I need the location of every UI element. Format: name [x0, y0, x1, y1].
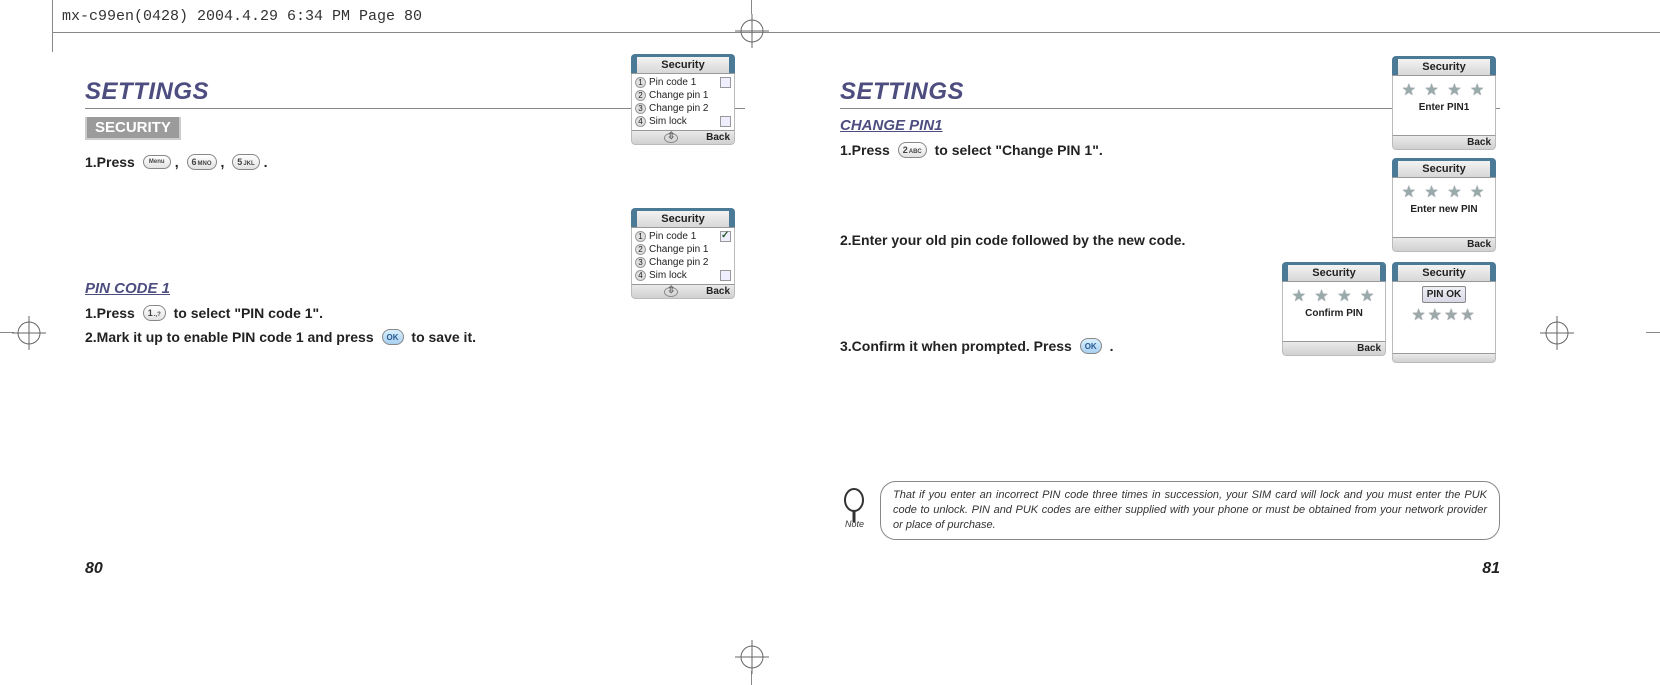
stars-icon: ★ ★ ★ ★ — [1395, 80, 1493, 100]
pin-ok-badge: PIN OK — [1422, 286, 1466, 303]
nav-updown-icon — [664, 287, 678, 297]
trim-mark — [751, 0, 752, 14]
phone-title: Security — [1392, 56, 1496, 76]
ok-key-icon: OK — [1080, 338, 1102, 354]
softkey-back: Back — [706, 132, 730, 143]
phone-title: Security — [1282, 262, 1386, 282]
list-item: 4Sim lock — [635, 269, 731, 282]
step-text: 3.Confirm it when prompted. Press — [840, 338, 1076, 354]
page-80: SETTINGS SECURITY 1.Press Menu , 6MNO , … — [85, 78, 745, 578]
phone-title: Security — [631, 54, 735, 74]
registration-mark-icon — [735, 640, 769, 674]
phone-screenshot-pin-ok: Security PIN OK ★★★★ — [1392, 262, 1496, 363]
softkey-back: Back — [1467, 239, 1491, 250]
print-slug: mx-c99en(0428) 2004.4.29 6:34 PM Page 80 — [62, 8, 422, 25]
list-item: 3Change pin 2 — [635, 102, 731, 115]
ok-key-icon: OK — [382, 329, 404, 345]
step-text: to select "PIN code 1". — [170, 305, 323, 321]
phone-screenshot-security-list: Security 1Pin code 1 2Change pin 1 3Chan… — [631, 54, 735, 145]
step-text: to select "Change PIN 1". — [931, 142, 1103, 158]
softkey-back: Back — [706, 286, 730, 297]
step-text: , — [175, 154, 183, 170]
step-text: . — [1106, 338, 1114, 354]
phone-screenshot-confirm-pin: Security ★ ★ ★ ★ Confirm PIN Back — [1282, 262, 1386, 356]
stars-icon: ★ ★ ★ ★ — [1395, 182, 1493, 202]
key-1-icon: 1.,? — [143, 305, 166, 321]
crop-line — [52, 0, 53, 52]
step-text: 1.Press — [85, 154, 139, 170]
magnifier-note-icon: Note — [840, 488, 868, 533]
step-text: 2.Mark it up to enable PIN code 1 and pr… — [85, 329, 378, 345]
menu-key-icon: Menu — [143, 155, 171, 169]
registration-mark-icon — [1540, 316, 1574, 350]
phone-screenshot-enter-new-pin: Security ★ ★ ★ ★ Enter new PIN Back — [1392, 158, 1496, 252]
list-item: 4Sim lock — [635, 115, 731, 128]
step-text: 2.Enter your old pin code followed by th… — [840, 232, 1185, 248]
step-select-pin1: 1.Press 1.,? to select "PIN code 1". — [85, 305, 745, 321]
list-item: 1Pin code 1 — [635, 76, 731, 89]
softkey-back: Back — [1357, 343, 1381, 354]
phone-title: Security — [1392, 158, 1496, 178]
header-rule — [52, 32, 1660, 33]
phone-screenshot-security-list-selected: Security 1Pin code 1 2Change pin 1 3Chan… — [631, 208, 735, 299]
note: Note That if you enter an incorrect PIN … — [840, 481, 1500, 540]
trim-mark — [1646, 332, 1660, 333]
phone-title: Security — [631, 208, 735, 228]
list-item: 2Change pin 1 — [635, 89, 731, 102]
registration-mark-icon — [12, 316, 46, 350]
key-5-icon: 5JKL — [232, 154, 259, 170]
step-text: 1.Press — [85, 305, 139, 321]
step-text: , — [221, 154, 229, 170]
list-item: 1Pin code 1 — [635, 230, 731, 243]
phone-message: Enter PIN1 — [1395, 102, 1493, 113]
nav-updown-icon — [664, 133, 678, 143]
page-81: SETTINGS CHANGE PIN1 1.Press 2ABC to sel… — [840, 78, 1500, 578]
phone-screenshot-enter-pin1: Security ★ ★ ★ ★ Enter PIN1 Back — [1392, 56, 1496, 150]
stars-icon: ★ ★ ★ ★ — [1285, 286, 1383, 306]
phone-message: Confirm PIN — [1285, 308, 1383, 319]
page-number: 80 — [85, 560, 103, 578]
step-text: 1.Press — [840, 142, 894, 158]
svg-text:Note: Note — [845, 519, 864, 528]
key-2-icon: 2ABC — [898, 142, 927, 158]
list-item: 2Change pin 1 — [635, 243, 731, 256]
page-number: 81 — [1482, 560, 1500, 578]
step-text: . — [264, 154, 268, 170]
note-text: That if you enter an incorrect PIN code … — [880, 481, 1500, 540]
section-label-security: SECURITY — [85, 117, 181, 140]
list-item: 3Change pin 2 — [635, 256, 731, 269]
phone-message: Enter new PIN — [1395, 204, 1493, 215]
key-6-icon: 6MNO — [187, 154, 217, 170]
phone-title: Security — [1392, 262, 1496, 282]
step-press-6-5: 1.Press Menu , 6MNO , 5JKL . — [85, 154, 745, 170]
step-text: to save it. — [408, 329, 476, 345]
step-enable-pin1: 2.Mark it up to enable PIN code 1 and pr… — [85, 329, 745, 345]
registration-mark-icon — [735, 14, 769, 48]
stars-icon: ★★★★ — [1397, 305, 1491, 325]
softkey-back: Back — [1467, 137, 1491, 148]
